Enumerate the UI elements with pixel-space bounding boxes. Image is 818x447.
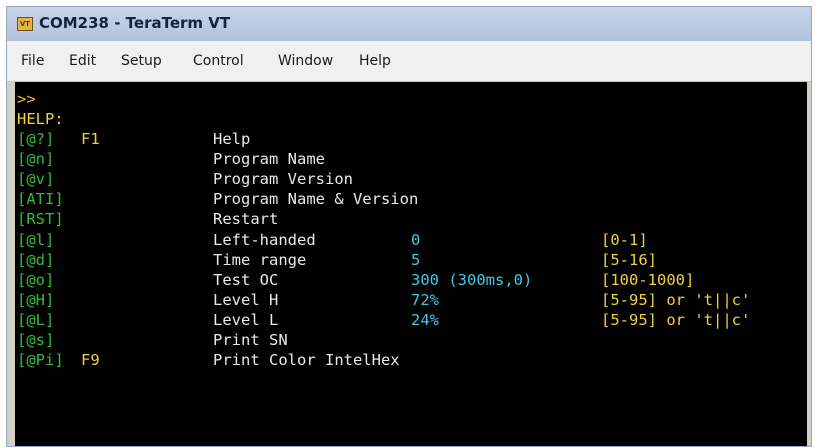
command-key: [@?] bbox=[17, 130, 55, 148]
command-key: [RST] bbox=[17, 210, 64, 228]
menu-control[interactable]: Control bbox=[193, 53, 244, 69]
command-description: Program Name bbox=[213, 150, 325, 168]
command-range: [5-16] bbox=[601, 251, 657, 269]
command-range: [5-95] or 't||c' bbox=[601, 311, 751, 329]
command-description: Help bbox=[213, 130, 251, 148]
function-key: F1 bbox=[81, 130, 100, 148]
title-bar[interactable]: VT COM238 - TeraTerm VT bbox=[7, 7, 811, 41]
command-key: [@d] bbox=[17, 251, 55, 269]
command-range: [0-1] bbox=[601, 231, 648, 249]
menu-setup[interactable]: Setup bbox=[121, 53, 162, 69]
command-description: Left-handed bbox=[213, 231, 316, 249]
teraterm-window: VT COM238 - TeraTerm VT File Edit Setup … bbox=[6, 6, 812, 447]
terminal-area[interactable]: >> HELP: [@?] F1 Help [@n] Program Name [@v] P… bbox=[15, 82, 807, 446]
command-key: [@s] bbox=[17, 331, 55, 349]
window-title: COM238 - TeraTerm VT bbox=[39, 14, 231, 32]
command-description: Restart bbox=[213, 210, 279, 228]
command-description: Time range bbox=[213, 251, 307, 269]
command-key: [@v] bbox=[17, 170, 55, 188]
command-key: [@L] bbox=[17, 311, 55, 329]
menu-bar: File Edit Setup Control Window Help bbox=[7, 41, 811, 82]
command-description: Level H bbox=[213, 291, 279, 309]
command-key: [@H] bbox=[17, 291, 55, 309]
command-description: Program Name & Version bbox=[213, 190, 419, 208]
command-value: 5 bbox=[411, 251, 421, 269]
menu-window[interactable]: Window bbox=[278, 53, 333, 69]
command-value: 24% bbox=[411, 311, 439, 329]
command-key: [@n] bbox=[17, 150, 55, 168]
menu-edit[interactable]: Edit bbox=[69, 53, 96, 69]
command-value: 300 (300ms,0) bbox=[411, 271, 533, 289]
command-range: [5-95] or 't||c' bbox=[601, 291, 751, 309]
command-value: 0 bbox=[411, 231, 421, 249]
function-key: F9 bbox=[81, 351, 100, 369]
command-description: Print SN bbox=[213, 331, 288, 349]
command-range: [100-1000] bbox=[601, 271, 695, 289]
menu-help[interactable]: Help bbox=[359, 53, 391, 69]
terminal-prompt: >> bbox=[17, 90, 36, 108]
command-value: 72% bbox=[411, 291, 439, 309]
teraterm-app-icon[interactable]: VT bbox=[17, 17, 33, 31]
command-description: Test OC bbox=[213, 271, 279, 289]
command-key: [@o] bbox=[17, 271, 55, 289]
command-description: Print Color IntelHex bbox=[213, 351, 400, 369]
command-description: Level L bbox=[213, 311, 279, 329]
help-heading: HELP: bbox=[17, 110, 64, 128]
command-description: Program Version bbox=[213, 170, 353, 188]
menu-file[interactable]: File bbox=[21, 53, 44, 69]
command-key: [@Pi] bbox=[17, 351, 64, 369]
command-key: [@l] bbox=[17, 231, 55, 249]
command-key: [ATI] bbox=[17, 190, 64, 208]
